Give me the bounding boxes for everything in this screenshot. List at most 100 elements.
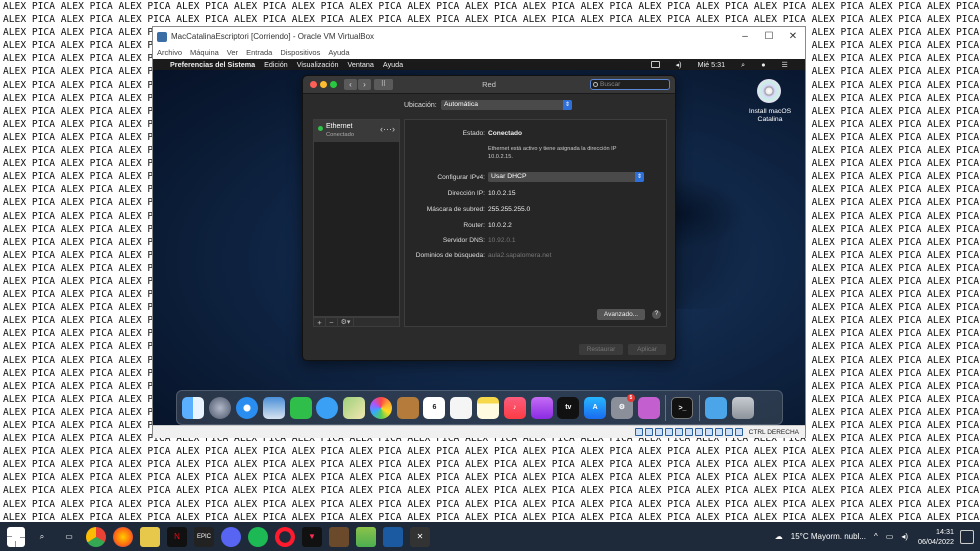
apply-button[interactable]: Aplicar — [628, 344, 666, 355]
vbox-menu-ayuda[interactable]: Ayuda — [328, 48, 349, 57]
network-icon[interactable] — [664, 428, 673, 436]
search-input[interactable]: Buscar — [590, 79, 670, 90]
system-preferences-icon[interactable]: ⚙ 5 — [610, 393, 635, 419]
revert-button[interactable]: Restaurar — [579, 344, 623, 355]
display-icon[interactable] — [694, 428, 703, 436]
location-label: Ubicación: — [404, 102, 437, 109]
netflix-icon[interactable]: N — [167, 526, 187, 547]
ip-label: Dirección IP: — [447, 190, 485, 197]
hdd-icon[interactable] — [634, 428, 643, 436]
ipv4-config-select[interactable]: Usar DHCP ⇕ — [488, 172, 644, 182]
menu-app-name[interactable]: Preferencias del Sistema — [170, 60, 255, 69]
music-icon[interactable]: ♪ — [503, 396, 526, 419]
menu-ayuda[interactable]: Ayuda — [383, 60, 403, 69]
virtualbox-window[interactable]: MacCatalinaEscriptori [Corriendo] - Orac… — [152, 26, 806, 438]
recording-icon[interactable] — [704, 428, 713, 436]
gear-icon[interactable]: ⚙▾ — [338, 318, 354, 326]
calendar-icon[interactable]: 6 — [423, 396, 446, 419]
minecraft-icon[interactable] — [329, 526, 349, 547]
contacts-icon[interactable] — [396, 396, 419, 419]
feedback-assistant-icon[interactable] — [637, 396, 660, 419]
vbox-menu-entrada[interactable]: Entrada — [246, 48, 272, 57]
close-icon[interactable]: ✕ — [781, 31, 805, 42]
audio-icon[interactable] — [654, 428, 663, 436]
remove-service-button[interactable]: − — [326, 317, 338, 327]
app-icon[interactable]: ▼ — [302, 526, 322, 547]
install-disc-icon[interactable] — [757, 79, 781, 103]
optical-drive-icon[interactable] — [644, 428, 653, 436]
wallpaper-text-line: ALEX PICA ALEX PICA ALEX PICA ALEX PICA … — [3, 14, 980, 26]
menubar-clock[interactable]: Mié 5:31 — [698, 60, 726, 69]
discord-icon[interactable] — [221, 526, 241, 547]
add-service-button[interactable]: + — [314, 317, 326, 327]
apple-tv-icon[interactable]: tv — [557, 396, 580, 419]
user-icon[interactable]: ● — [761, 60, 765, 69]
terminal-icon[interactable]: >_ — [671, 396, 694, 419]
shared-folders-icon[interactable] — [684, 428, 693, 436]
mouse-integration-icon[interactable] — [724, 428, 733, 436]
help-button[interactable]: ? — [652, 310, 661, 319]
virtualbox-taskbar-icon[interactable] — [383, 526, 403, 547]
cpu-icon[interactable] — [714, 428, 723, 436]
display-icon[interactable] — [650, 61, 660, 68]
reminders-icon[interactable] — [450, 396, 473, 419]
file-explorer-icon[interactable] — [140, 526, 160, 547]
location-select[interactable]: Automática ⇕ — [441, 100, 572, 110]
vbox-menu-ver[interactable]: Ver — [227, 48, 238, 57]
app-store-icon[interactable]: A — [584, 396, 607, 419]
network-preferences-window[interactable]: ‹ › ⠿ Red Buscar Ubicación: Automática ⇕… — [302, 75, 676, 361]
service-toolbar: + − ⚙▾ — [313, 317, 400, 327]
opera-icon[interactable] — [275, 526, 295, 547]
maximize-icon[interactable]: ☐ — [757, 31, 781, 42]
search-icon[interactable]: ⌕ — [32, 527, 52, 547]
search-placeholder: Buscar — [600, 81, 621, 88]
menu-ventana[interactable]: Ventana — [348, 60, 374, 69]
facetime-icon[interactable] — [289, 396, 312, 419]
epic-games-icon[interactable]: EPIC — [194, 526, 214, 547]
vbox-titlebar[interactable]: MacCatalinaEscriptori [Corriendo] - Orac… — [153, 27, 805, 46]
volume-icon[interactable]: ◂) — [901, 532, 908, 541]
downloads-folder-icon[interactable] — [705, 396, 728, 419]
connected-status-dot — [318, 126, 323, 131]
spotlight-icon[interactable]: ⌕ — [741, 60, 745, 70]
advanced-button[interactable]: Avanzado... — [597, 309, 645, 320]
search-domains-value: aula2.sapalomera.net — [488, 252, 552, 259]
network-icon[interactable]: ▭ — [886, 532, 894, 541]
safari-icon[interactable] — [235, 396, 258, 419]
minimize-icon[interactable]: – — [733, 31, 757, 42]
prefs-titlebar[interactable]: ‹ › ⠿ Red Buscar — [303, 76, 675, 94]
weather-text[interactable]: 15°C Mayorm. nubl... — [791, 532, 866, 541]
service-item-ethernet[interactable]: Ethernet Conectado ‹···› — [314, 120, 399, 142]
podcasts-icon[interactable] — [530, 396, 553, 419]
photos-icon[interactable] — [369, 396, 392, 419]
chevron-up-icon[interactable]: ^ — [874, 532, 878, 541]
vm-display[interactable]: Preferencias del Sistema Edición Visuali… — [153, 59, 805, 425]
trash-icon[interactable] — [732, 396, 755, 419]
weather-icon[interactable]: ☁ — [775, 532, 783, 541]
menu-edicion[interactable]: Edición — [264, 60, 288, 69]
keyboard-icon[interactable] — [734, 428, 743, 436]
firefox-icon[interactable] — [113, 526, 133, 547]
menu-visualizacion[interactable]: Visualización — [297, 60, 339, 69]
maps-icon[interactable] — [343, 396, 366, 419]
usb-icon[interactable] — [674, 428, 683, 436]
task-view-icon[interactable]: ▭ — [59, 527, 79, 547]
messages-icon[interactable] — [316, 396, 339, 419]
service-list[interactable]: Ethernet Conectado ‹···› — [313, 119, 400, 317]
notes-icon[interactable] — [476, 396, 499, 419]
windows-start-icon[interactable] — [7, 526, 25, 547]
tools-icon[interactable]: ✕ — [410, 526, 430, 547]
launchpad-icon[interactable] — [209, 396, 232, 419]
volume-icon[interactable]: ◂) — [676, 60, 682, 69]
vbox-menu-archivo[interactable]: Archivo — [157, 48, 182, 57]
notification-icon[interactable] — [960, 529, 974, 544]
photo-viewer-icon[interactable] — [262, 396, 285, 419]
spotify-icon[interactable] — [248, 526, 268, 547]
stack-app-icon[interactable] — [356, 526, 376, 547]
taskbar-clock[interactable]: 14:31 06/04/2022 — [918, 527, 954, 547]
vbox-menu-dispositivos[interactable]: Dispositivos — [280, 48, 320, 57]
finder-icon[interactable] — [182, 396, 205, 419]
chrome-icon[interactable] — [86, 526, 106, 547]
notification-center-icon[interactable]: ☰ — [782, 60, 788, 69]
vbox-menu-maquina[interactable]: Máquina — [190, 48, 219, 57]
